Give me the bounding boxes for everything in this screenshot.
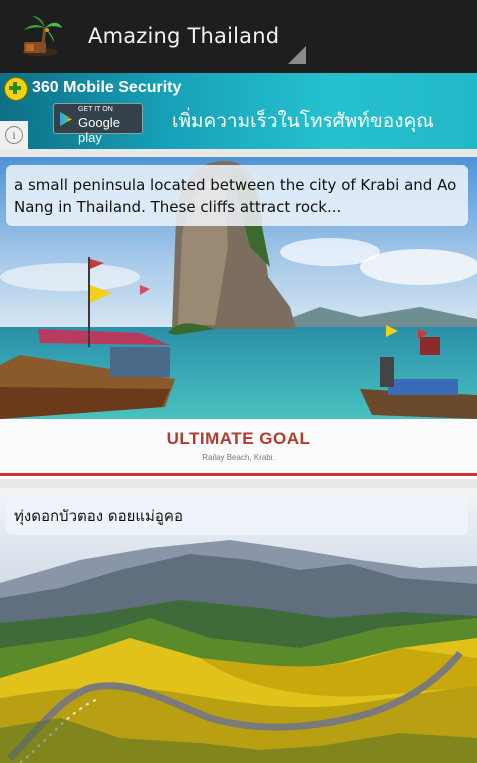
card-caption: ทุ่งดอกบัวตอง ดอยแม่อูคอ xyxy=(6,496,468,535)
ad-headline: เพิ่มความเร็วในโทรศัพท์ของคุณ xyxy=(172,110,434,132)
ad-banner[interactable]: 360 Mobile Security GET IT ON Google pla… xyxy=(0,73,477,149)
plus-icon xyxy=(9,82,21,94)
palm-tree-island-icon[interactable] xyxy=(18,14,62,58)
info-icon: i xyxy=(5,126,23,144)
card-caption: a small peninsula located between the ci… xyxy=(6,165,468,226)
ad-brand-name: 360 Mobile Security xyxy=(32,79,182,96)
overflow-menu-indicator[interactable] xyxy=(288,46,306,64)
list-item[interactable]: ทุ่งดอกบัวตอง ดอยแม่อูคอ xyxy=(0,488,477,763)
google-play-icon xyxy=(60,112,72,126)
image-subtitle: Railay Beach, Krabi. xyxy=(202,453,275,462)
app-title: Amazing Thailand xyxy=(88,24,280,48)
divider xyxy=(0,473,477,476)
image-title: ULTIMATE GOAL xyxy=(166,429,311,448)
google-play-badge-top: GET IT ON xyxy=(78,106,113,113)
ad-info-button[interactable]: i xyxy=(0,121,28,149)
google-play-badge-label: Google play xyxy=(78,115,120,145)
google-play-badge[interactable]: GET IT ON Google play xyxy=(53,103,143,145)
action-bar: Amazing Thailand xyxy=(0,0,477,73)
list-item[interactable]: a small peninsula located between the ci… xyxy=(0,157,477,479)
